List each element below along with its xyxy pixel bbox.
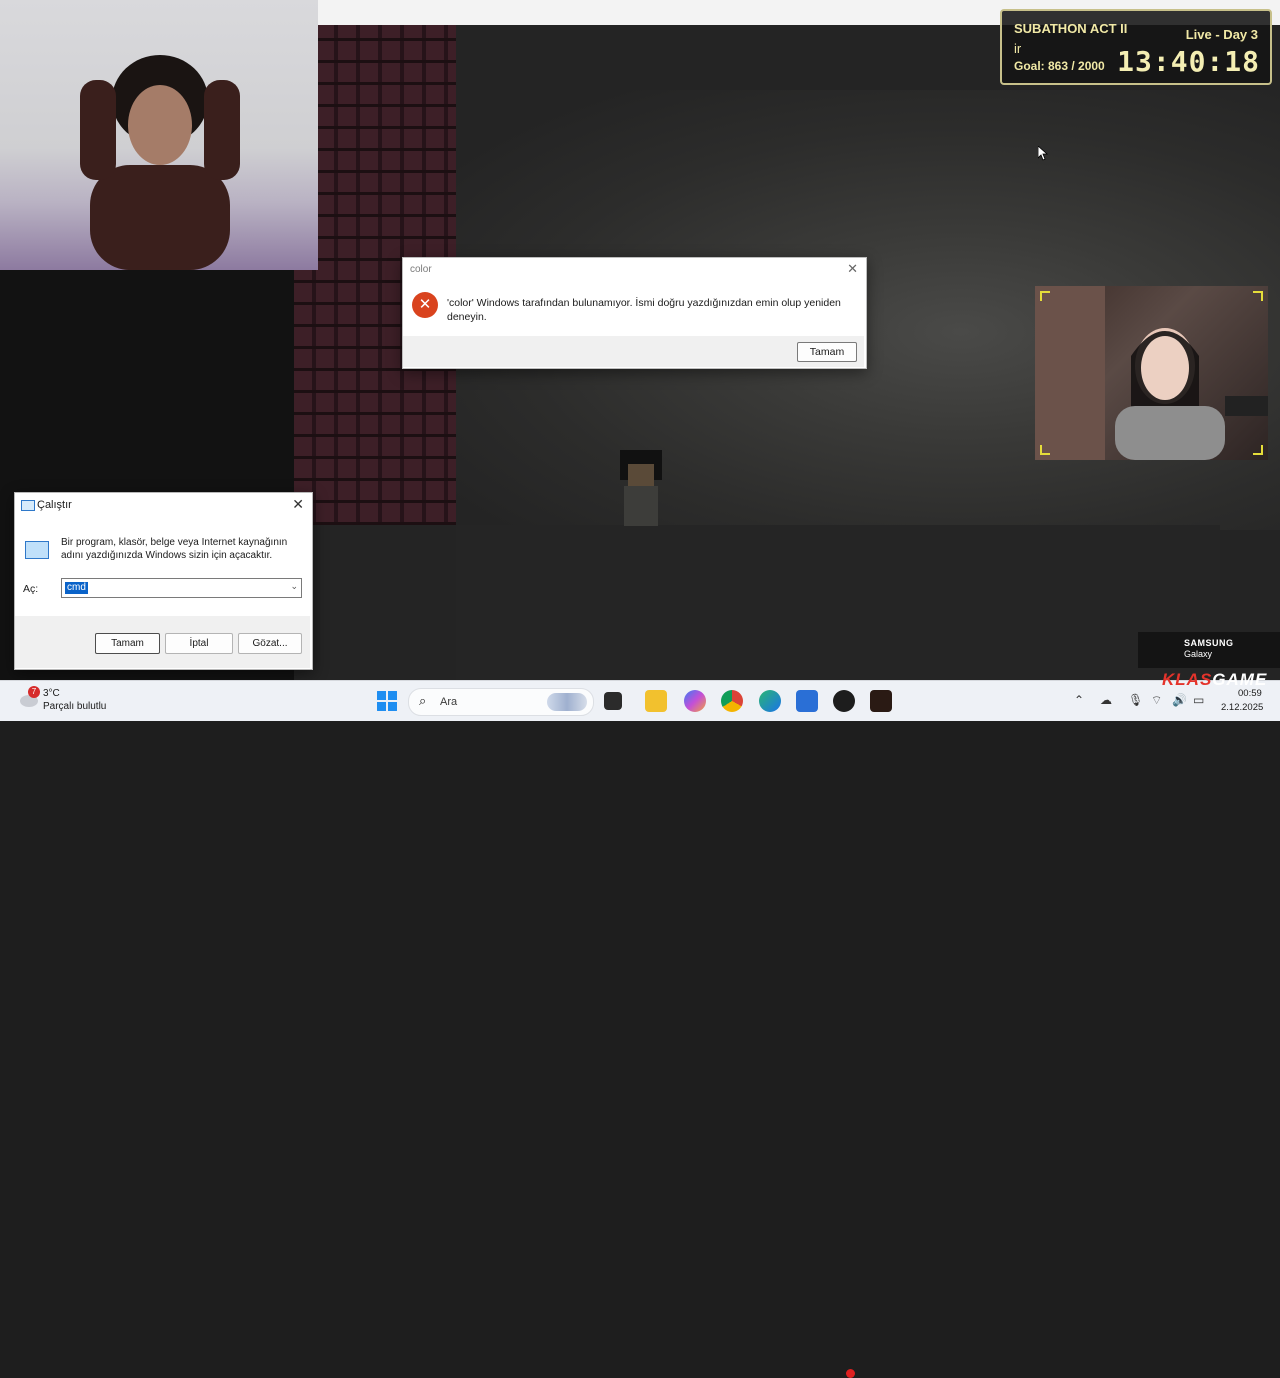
live-status: Live - Day 3	[1185, 27, 1258, 42]
logo-text-game: GAME	[1212, 670, 1268, 689]
frame-corner	[1040, 291, 1050, 301]
run-dialog-title: Çalıştır	[37, 499, 72, 511]
search-icon: ⌕	[419, 693, 427, 708]
search-placeholder: Ara	[440, 696, 458, 708]
browse-button[interactable]: Gözat...	[238, 633, 302, 654]
close-icon[interactable]: ✕	[847, 261, 858, 277]
chevron-down-icon[interactable]: ⌄	[290, 581, 298, 592]
streamer-figure	[80, 55, 240, 270]
game-app-icon[interactable]	[870, 690, 892, 712]
weather-condition[interactable]: Parçalı bulutlu	[43, 701, 106, 712]
weather-temperature[interactable]: 3°C	[43, 688, 60, 699]
task-view-icon[interactable]	[604, 692, 622, 710]
error-dialog-title: color	[410, 264, 432, 275]
start-windows-icon[interactable]	[376, 690, 398, 712]
game-ground	[456, 525, 1220, 680]
klasgame-logo: KLASGAME	[1162, 670, 1267, 690]
goal-counter: Goal: 863 / 2000	[1014, 59, 1105, 73]
chevron-up-icon[interactable]: ⌃	[1074, 693, 1084, 707]
frame-corner	[1040, 445, 1050, 455]
ok-button[interactable]: Tamam	[95, 633, 160, 654]
sponsor-product: Galaxy	[1184, 649, 1213, 659]
game-character	[620, 450, 662, 526]
open-input-value[interactable]: cmd	[65, 582, 88, 594]
volume-icon[interactable]: 🔊	[1172, 693, 1187, 707]
sponsor-brand: SAMSUNG	[1184, 638, 1234, 648]
battery-icon[interactable]: ▭	[1193, 693, 1204, 707]
open-label: Aç:	[23, 583, 39, 595]
store-icon[interactable]	[796, 690, 818, 712]
edge-icon[interactable]	[759, 690, 781, 712]
taskbar-search[interactable]: ⌕ Ara	[408, 688, 594, 716]
taskbar: 7 3°C Parçalı bulutlu ⌕ Ara ⌃ ☁ 🎙 ⌔ 🔊 ▭ …	[0, 680, 1280, 1378]
sponsor-badge: SAMSUNG Galaxy	[1138, 632, 1280, 668]
copilot-icon[interactable]	[684, 690, 706, 712]
file-explorer-icon[interactable]	[645, 690, 667, 712]
search-highlight-image	[547, 693, 587, 711]
dialog-footer	[403, 336, 864, 367]
frame-corner	[1253, 445, 1263, 455]
streamer-webcam	[0, 0, 318, 270]
run-app-icon	[25, 541, 49, 559]
overlay-sub-label: ir	[1014, 41, 1022, 56]
open-combobox[interactable]: cmd ⌄	[61, 578, 302, 598]
wifi-icon[interactable]: ⌔	[1151, 693, 1162, 708]
clock-date[interactable]: 2.12.2025	[1221, 702, 1263, 713]
run-window-icon	[21, 500, 35, 511]
chrome-icon[interactable]	[721, 690, 743, 712]
error-x-icon: ✕	[412, 292, 438, 318]
subathon-timer: 13:40:18	[1117, 45, 1260, 78]
run-description: Bir program, klasör, belge veya Internet…	[61, 537, 288, 561]
frame-corner	[1253, 291, 1263, 301]
logo-text-klas: KLAS	[1162, 670, 1213, 689]
notification-dot	[846, 1369, 855, 1378]
cloud-icon[interactable]: ☁	[1100, 693, 1112, 707]
mouse-cursor-icon	[1038, 146, 1048, 161]
close-icon[interactable]: ✕	[292, 496, 304, 513]
run-dialog: Çalıştır ✕ Bir program, klasör, belge ve…	[14, 492, 313, 670]
obs-icon[interactable]	[833, 690, 855, 712]
event-title: SUBATHON ACT II	[1014, 21, 1128, 36]
microphone-icon[interactable]: 🎙	[1128, 693, 1143, 707]
ok-button[interactable]: Tamam	[797, 342, 857, 362]
cancel-button[interactable]: İptal	[165, 633, 233, 654]
weather-badge: 7	[28, 686, 40, 698]
guest-webcam	[1035, 286, 1268, 460]
error-message: 'color' Windows tarafından bulunamıyor. …	[447, 297, 841, 323]
guest-figure	[1035, 286, 1268, 460]
error-dialog: color ✕ ✕ 'color' Windows tarafından bul…	[402, 257, 867, 369]
subathon-overlay: SUBATHON ACT II Live - Day 3 ir Goal: 86…	[1000, 9, 1272, 85]
